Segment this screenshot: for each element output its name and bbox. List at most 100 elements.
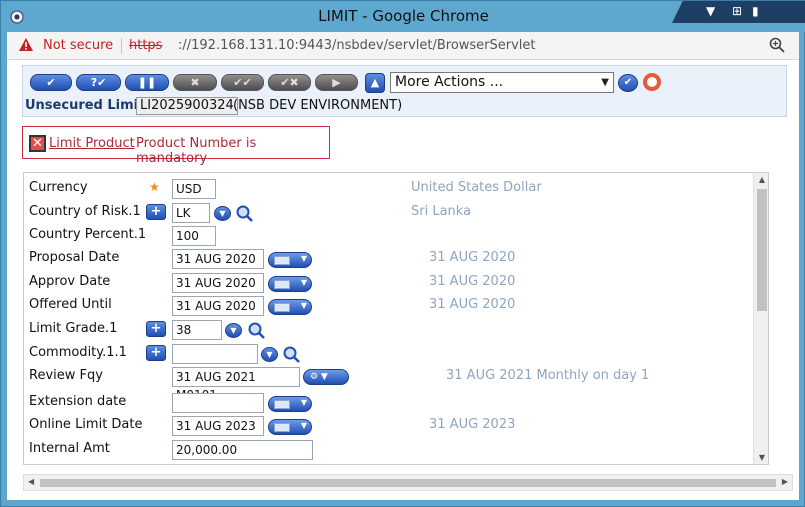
vertical-scrollbar[interactable]: ▲ ▼	[753, 173, 768, 464]
review-frequency-input[interactable]: 31 AUG 2021 M0101	[172, 367, 300, 402]
approv-date-input[interactable]: 31 AUG 2020	[172, 273, 264, 293]
form-row-country-percent: Country Percent.1 100	[24, 224, 752, 247]
field-label: Currency	[29, 180, 88, 195]
form-row-online-limit-date: Online Limit Date 31 AUG 2023 ▼ 31 AUG 2…	[24, 414, 752, 437]
form-row-limit-grade: Limit Grade.1 + 38 ▼	[24, 318, 752, 341]
extension-date-input[interactable]	[172, 393, 264, 413]
chevron-down-icon[interactable]: ▼	[706, 4, 715, 18]
expand-plus-button[interactable]: +	[146, 345, 166, 361]
hold-button[interactable]: ❚❚	[125, 74, 169, 91]
calendar-button[interactable]: ▼	[268, 396, 312, 412]
scroll-left-icon[interactable]: ◀	[28, 477, 34, 486]
horizontal-scrollbar[interactable]: ◀ ▶	[23, 474, 793, 491]
record-id: LI2025900324	[136, 97, 238, 115]
field-label: Proposal Date	[29, 250, 120, 265]
title-bar: LIMIT - Google Chrome ▼ ⊞ ▮	[1, 1, 805, 32]
zoom-icon[interactable]	[769, 37, 785, 53]
calendar-icon	[274, 303, 290, 312]
frequency-button[interactable]: ⚙ ▼	[303, 369, 349, 385]
currency-input[interactable]: USD	[172, 179, 216, 199]
calendar-button[interactable]: ▼	[268, 276, 312, 292]
scroll-down-icon[interactable]: ▼	[757, 453, 767, 463]
commit-button[interactable]: ✔	[30, 74, 72, 91]
divider	[121, 38, 122, 54]
check-icon: ✔	[46, 76, 56, 89]
field-label: Limit Grade.1	[29, 321, 118, 336]
chevron-down-icon: ▼	[300, 301, 307, 310]
url-text[interactable]: ://192.168.131.10:9443/nsbdev/servlet/Br…	[178, 38, 536, 53]
network-icon[interactable]: ⊞	[732, 4, 742, 18]
dropdown-button[interactable]: ▼	[261, 347, 278, 362]
pause-icon: ❚❚	[137, 76, 157, 89]
warning-icon	[19, 38, 33, 51]
field-label: Offered Until	[29, 297, 112, 312]
commodity-input[interactable]	[172, 344, 258, 364]
search-icon[interactable]	[247, 321, 266, 340]
limit-form: Currency ★ USD United States Dollar Coun…	[23, 172, 769, 465]
country-percent-input[interactable]: 100	[172, 226, 216, 246]
error-icon: ✕	[29, 135, 46, 152]
mandatory-star-icon: ★	[149, 180, 160, 194]
scroll-thumb[interactable]	[757, 189, 767, 311]
scroll-up-icon[interactable]: ▲	[757, 175, 767, 185]
internal-amount-input[interactable]: 20,000.00	[172, 440, 313, 460]
field-label: Country Percent.1	[29, 227, 147, 242]
review-frequency-description: 31 AUG 2021 Monthly on day 1	[446, 368, 650, 383]
expand-plus-button[interactable]: +	[146, 321, 166, 337]
error-message-box: ✕ Limit Product Product Number is mandat…	[22, 126, 330, 166]
field-label: Country of Risk.1	[29, 204, 141, 219]
dropdown-button[interactable]: ▼	[214, 206, 231, 221]
authorise-button[interactable]: ✔✔	[221, 74, 264, 91]
signal-icon[interactable]: ▮	[752, 4, 759, 18]
field-label: Review Fqy	[29, 368, 103, 383]
security-status[interactable]: Not secure	[43, 38, 113, 53]
online-limit-date-description: 31 AUG 2023	[429, 417, 516, 432]
more-actions-label: More Actions ...	[395, 74, 504, 90]
chevron-down-icon: ▼	[219, 209, 226, 218]
scroll-thumb[interactable]	[40, 479, 776, 487]
limit-grade-input[interactable]: 38	[172, 320, 222, 340]
expand-plus-button[interactable]: +	[146, 204, 166, 220]
offered-until-input[interactable]: 31 AUG 2020	[172, 296, 264, 316]
online-limit-date-input[interactable]: 31 AUG 2023	[172, 416, 264, 436]
address-bar: Not secure https ://192.168.131.10:9443/…	[7, 32, 799, 60]
form-row-offered-until: Offered Until 31 AUG 2020 ▼ 31 AUG 2020	[24, 294, 752, 317]
field-label: Internal Amt	[29, 441, 110, 456]
up-arrow-icon: ▲	[370, 76, 380, 89]
dropdown-button[interactable]: ▼	[225, 323, 242, 338]
form-row-approv-date: Approv Date 31 AUG 2020 ▼ 31 AUG 2020	[24, 271, 752, 294]
form-row-country-of-risk: Country of Risk.1 + LK ▼ Sri Lanka	[24, 201, 752, 224]
plus-icon: +	[150, 204, 162, 219]
search-icon[interactable]	[282, 345, 301, 364]
go-button[interactable]: ✔	[618, 74, 638, 92]
calendar-icon	[274, 423, 290, 432]
check-cross-icon: ✔✖	[280, 76, 299, 89]
calendar-button[interactable]: ▼	[268, 299, 312, 315]
up-arrow-button[interactable]: ▲	[365, 73, 385, 93]
help-lifebuoy-icon[interactable]	[643, 73, 661, 91]
calendar-button[interactable]: ▼	[268, 419, 312, 435]
form-row-commodity: Commodity.1.1 + ▼	[24, 342, 752, 365]
proposal-date-input[interactable]: 31 AUG 2020	[172, 249, 264, 269]
more-actions-select[interactable]: More Actions ... ▼	[390, 72, 614, 93]
frequency-icon: ⚙ ▼	[310, 372, 328, 382]
offered-until-description: 31 AUG 2020	[429, 297, 516, 312]
country-of-risk-input[interactable]: LK	[172, 203, 210, 223]
field-label: Extension date	[29, 394, 127, 409]
delete-button[interactable]: ✖	[173, 74, 217, 91]
field-label: Approv Date	[29, 274, 111, 289]
environment-label: (NSB DEV ENVIRONMENT)	[233, 98, 403, 113]
url-scheme[interactable]: https	[129, 38, 162, 53]
proposal-date-description: 31 AUG 2020	[429, 250, 516, 265]
error-field-link[interactable]: Limit Product	[49, 136, 135, 151]
calendar-button[interactable]: ▼	[268, 252, 312, 268]
chevron-down-icon: ▼	[266, 350, 273, 359]
search-icon[interactable]	[235, 204, 254, 223]
scroll-right-icon[interactable]: ▶	[782, 477, 788, 486]
validate-button[interactable]: ?✔	[76, 74, 121, 91]
reverse-button[interactable]: ✔✖	[268, 74, 311, 91]
next-button[interactable]: ▶	[315, 74, 358, 91]
currency-description: United States Dollar	[411, 180, 542, 195]
record-type-label: Unsecured Limit	[25, 98, 145, 113]
chevron-down-icon: ▼	[601, 77, 609, 88]
